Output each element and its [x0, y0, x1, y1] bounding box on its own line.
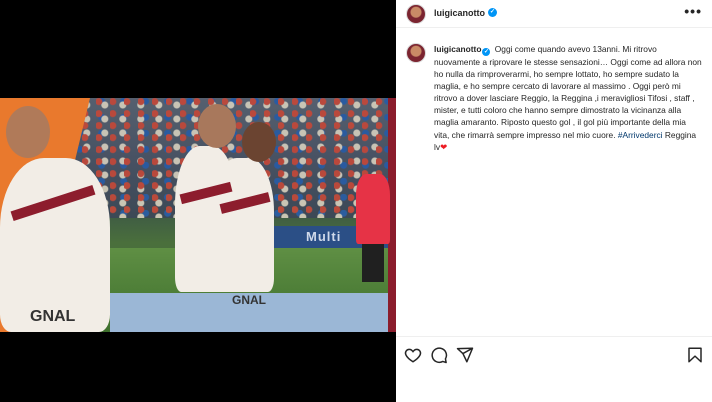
player-head — [198, 104, 236, 148]
avatar[interactable] — [406, 4, 426, 24]
jersey-sponsor: GNAL — [30, 308, 76, 325]
hashtag-link[interactable]: #Arrivederci — [618, 130, 663, 140]
caption-username[interactable]: luigicanotto — [434, 44, 481, 54]
player-head — [6, 106, 50, 158]
more-options-icon[interactable]: ••• — [684, 3, 702, 19]
heart-icon[interactable] — [404, 346, 422, 364]
post-header: luigicanotto ✓ ••• — [396, 0, 712, 28]
caption-text: Oggi come quando avevo 13anni. Mi ritrov… — [434, 44, 702, 140]
username[interactable]: luigicanotto — [434, 8, 485, 18]
caption-avatar[interactable] — [406, 43, 426, 63]
bookmark-icon[interactable] — [686, 346, 704, 364]
player-head — [242, 122, 276, 162]
verified-badge-icon: ✓ — [482, 48, 491, 56]
player-right — [212, 158, 274, 292]
share-icon[interactable] — [456, 346, 474, 364]
post-media[interactable]: Multi GNAL GNAL — [0, 0, 396, 402]
heart-emoji: ❤ — [440, 141, 448, 152]
post-caption: luigicanotto ✓ Oggi come quando avevo 13a… — [434, 43, 702, 153]
referee-legs — [362, 244, 384, 282]
post-sidebar: luigicanotto ✓ ••• luigicanotto ✓ Oggi co… — [396, 0, 712, 402]
jersey-sponsor: GNAL — [232, 293, 266, 307]
action-bar — [396, 336, 712, 370]
post-photo: Multi GNAL GNAL — [0, 98, 396, 332]
referee — [356, 174, 390, 244]
comment-icon[interactable] — [430, 346, 448, 364]
player-left — [0, 158, 110, 332]
banner-text: Multi — [306, 229, 342, 244]
verified-badge-icon: ✓ — [488, 8, 497, 17]
